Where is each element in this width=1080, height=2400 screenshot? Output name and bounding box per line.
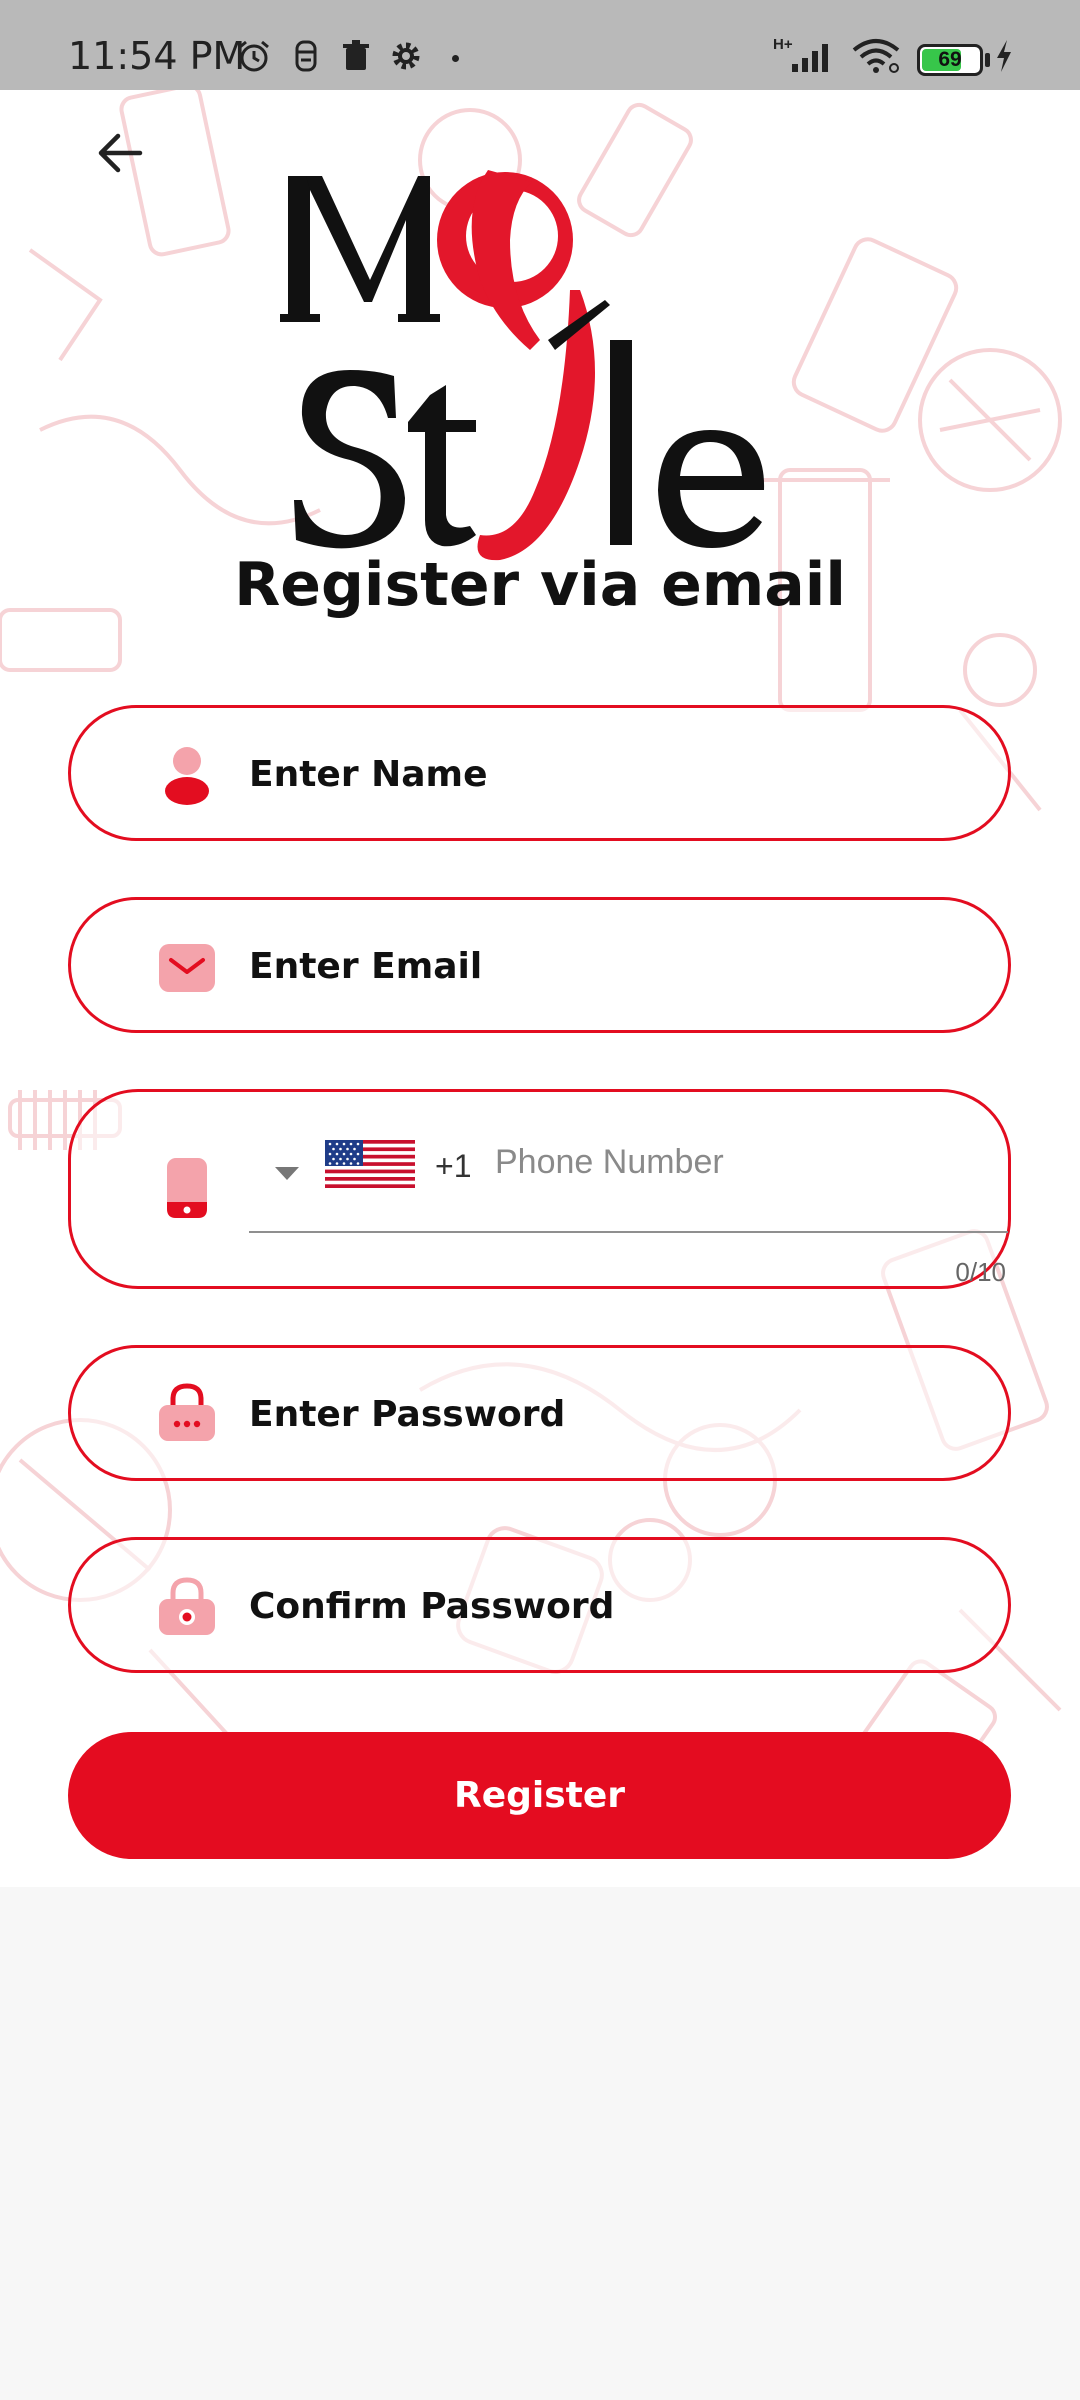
- lock-icon: [157, 1576, 217, 1636]
- name-field[interactable]: Enter Name: [68, 705, 1011, 841]
- email-field[interactable]: Enter Email: [68, 897, 1011, 1033]
- wifi-icon: [852, 39, 900, 73]
- notification-app-icon: [295, 40, 317, 72]
- lock-icon: [157, 1382, 217, 1442]
- signal-icon: [792, 44, 828, 72]
- person-icon: [157, 745, 217, 805]
- charging-bolt-icon: [997, 40, 1011, 72]
- confirm-password-field-label: Confirm Password: [249, 1586, 615, 1627]
- register-button[interactable]: Register: [68, 1732, 1011, 1859]
- dial-code: +1: [435, 1148, 472, 1184]
- trash-icon: [343, 40, 369, 70]
- phone-number-input[interactable]: [495, 1132, 975, 1192]
- password-field[interactable]: Enter Password: [68, 1345, 1011, 1481]
- phone-character-counter: 0/10: [955, 1257, 1006, 1287]
- phone-icon: [157, 1158, 217, 1218]
- confirm-password-field[interactable]: Confirm Password: [68, 1537, 1011, 1673]
- more-notifications-dot: [452, 55, 459, 62]
- battery-cap: [985, 53, 990, 67]
- battery-indicator: 69: [917, 44, 983, 76]
- status-time: 11:54 PM: [68, 34, 246, 78]
- settings-gear-icon: [392, 42, 420, 70]
- status-bar: 11:54 PM H+ 69: [0, 0, 1080, 90]
- envelope-icon: [157, 938, 217, 998]
- battery-level: 69: [938, 48, 962, 71]
- country-dropdown-icon[interactable]: [267, 1154, 307, 1190]
- name-field-label: Enter Name: [249, 754, 488, 795]
- page-title: Register via email: [234, 550, 846, 620]
- phone-input-underline: [249, 1231, 1008, 1233]
- register-screen: Register via email Enter Name Enter Emai…: [0, 90, 1080, 1887]
- password-field-label: Enter Password: [249, 1394, 566, 1435]
- alarm-icon: [239, 40, 269, 72]
- phone-field: +1 0/10: [68, 1089, 1011, 1289]
- my-style-logo: [280, 170, 765, 561]
- us-flag-icon[interactable]: [325, 1140, 415, 1188]
- email-field-label: Enter Email: [249, 946, 483, 987]
- back-button[interactable]: [85, 118, 155, 188]
- arrow-left-icon: [98, 133, 143, 173]
